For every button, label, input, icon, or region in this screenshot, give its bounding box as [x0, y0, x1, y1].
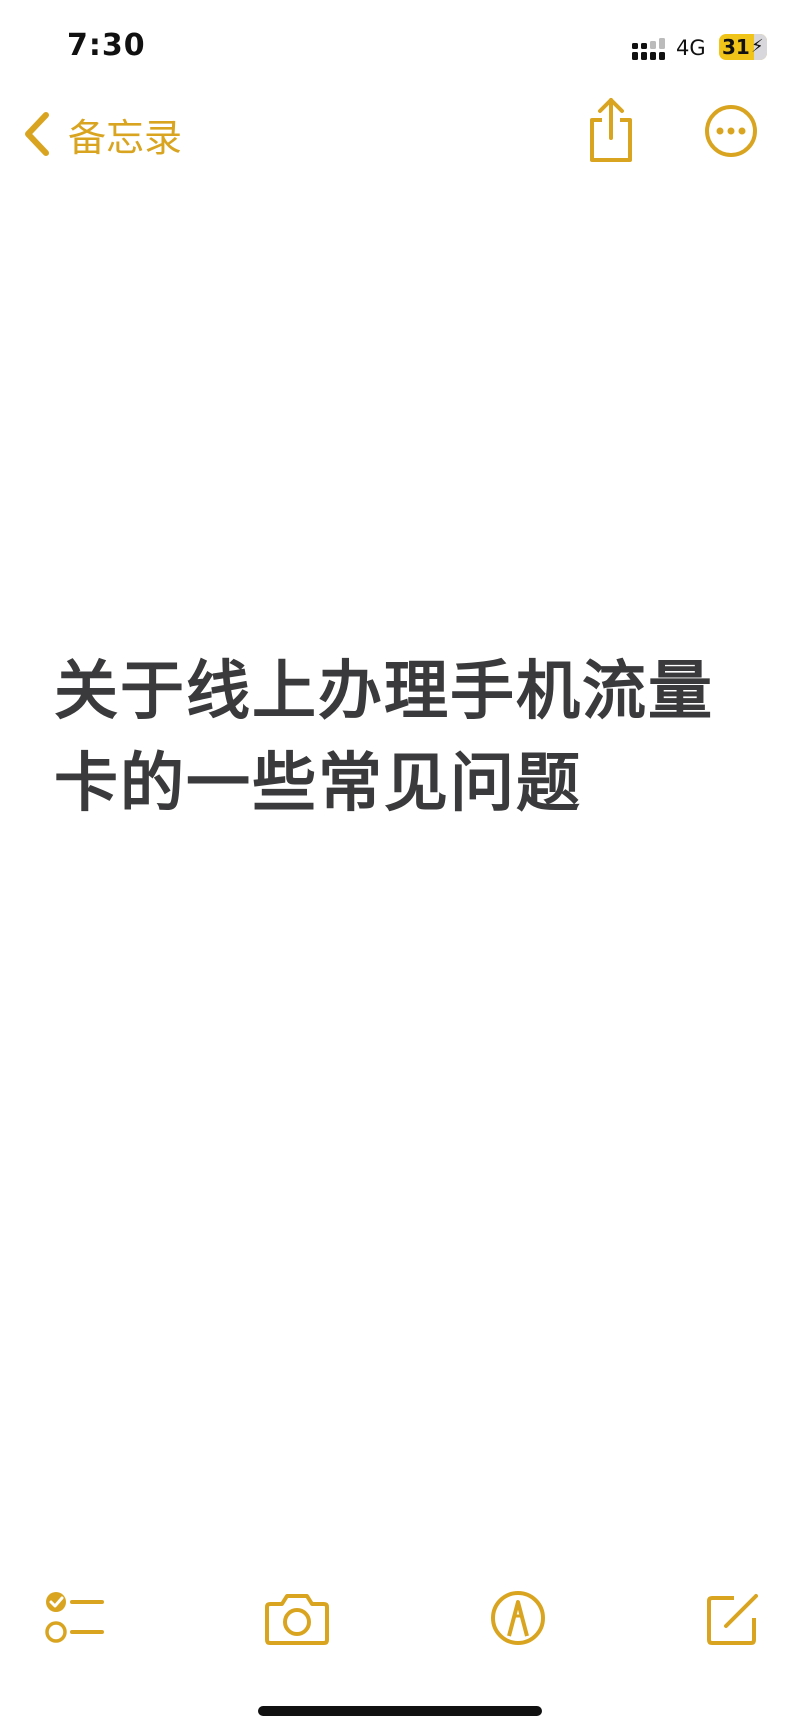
compose-icon[interactable] [704, 1590, 762, 1648]
share-icon[interactable] [586, 96, 636, 164]
ellipsis-circle-icon[interactable] [704, 104, 758, 158]
back-button[interactable]: 备忘录 [22, 104, 182, 164]
status-bar: 7:30 4G 31 ⚡ [0, 0, 800, 92]
back-label: 备忘录 [68, 115, 183, 160]
note-body[interactable]: 关于线上办理手机流量卡的一些常见问题 [54, 646, 754, 830]
navigation-bar: 备忘录 [0, 92, 800, 178]
battery-level: 31 [722, 35, 750, 59]
battery-indicator: 31 ⚡ [719, 34, 767, 60]
cellular-signal-icon [632, 38, 665, 60]
bottom-toolbar [0, 1578, 800, 1668]
camera-icon[interactable] [264, 1590, 330, 1646]
chevron-left-icon [25, 112, 49, 156]
network-type: 4G [676, 36, 706, 60]
bolt-icon: ⚡ [751, 36, 764, 57]
status-time: 7:30 [67, 28, 146, 63]
home-indicator[interactable] [258, 1706, 542, 1716]
note-title: 关于线上办理手机流量卡的一些常见问题 [54, 655, 714, 821]
checklist-icon[interactable] [44, 1590, 104, 1646]
markup-pen-icon[interactable] [490, 1590, 546, 1646]
